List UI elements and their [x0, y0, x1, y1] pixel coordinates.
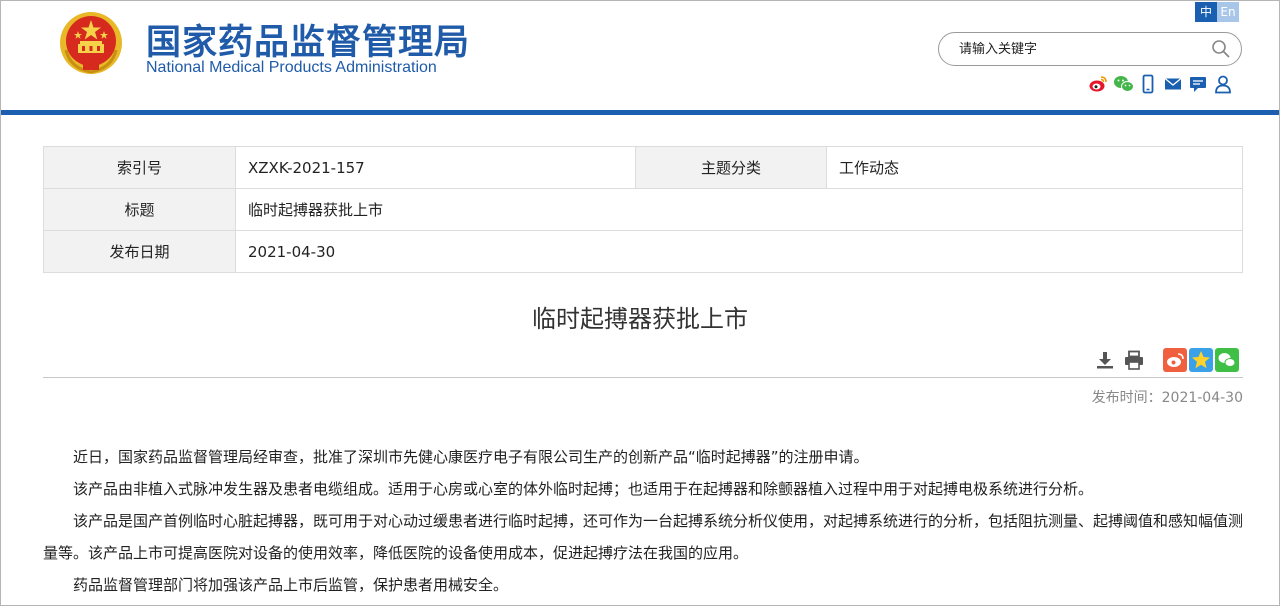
topic-value: 工作动态	[826, 146, 1243, 189]
search-box	[938, 32, 1242, 66]
article-tools	[1094, 349, 1145, 371]
site-header: 国家药品监督管理局 National Medical Products Admi…	[0, 0, 1280, 112]
publish-time: 发布时间：2021-04-30	[1092, 387, 1243, 407]
article-body: 近日，国家药品监督管理局经审查，批准了深圳市先健心康医疗电子有限公司生产的创新产…	[43, 441, 1243, 601]
weibo-share-icon[interactable]	[1163, 348, 1187, 372]
date-value: 2021-04-30	[235, 230, 1243, 273]
site-title-en[interactable]: National Medical Products Administration	[146, 59, 437, 77]
user-icon[interactable]	[1213, 74, 1233, 94]
mail-icon[interactable]	[1163, 74, 1183, 94]
national-emblem-logo[interactable]	[58, 10, 124, 76]
document-info-table: 索引号 XZXK-2021-157 主题分类 工作动态 标题 临时起搏器获批上市…	[43, 146, 1243, 273]
weibo-icon[interactable]	[1088, 74, 1108, 94]
title-value: 临时起搏器获批上市	[235, 188, 1243, 231]
paragraph: 该产品是国产首例临时心脏起搏器，既可用于对心动过缓患者进行临时起搏，还可作为一台…	[43, 512, 1244, 562]
topic-label: 主题分类	[635, 146, 827, 189]
favorite-icon[interactable]	[1189, 348, 1213, 372]
paragraph: 近日，国家药品监督管理局经审查，批准了深圳市先健心康医疗电子有限公司生产的创新产…	[73, 448, 869, 466]
table-row: 索引号 XZXK-2021-157 主题分类 工作动态	[43, 146, 1243, 189]
paragraph: 该产品由非植入式脉冲发生器及患者电缆组成。适用于心房或心室的体外临时起搏；也适用…	[73, 480, 1094, 498]
wechat-icon[interactable]	[1113, 74, 1134, 94]
lang-chinese-button[interactable]: 中	[1195, 2, 1217, 22]
publish-time-value: 2021-04-30	[1161, 390, 1243, 406]
table-row: 标题 临时起搏器获批上市	[43, 188, 1243, 231]
message-icon[interactable]	[1188, 74, 1208, 94]
table-row: 发布日期 2021-04-30	[43, 230, 1243, 273]
index-value: XZXK-2021-157	[235, 146, 636, 189]
site-title-cn[interactable]: 国家药品监督管理局	[146, 14, 470, 65]
article-divider	[43, 377, 1243, 378]
title-label: 标题	[43, 188, 236, 231]
publish-time-label: 发布时间：	[1091, 390, 1162, 406]
date-label: 发布日期	[43, 230, 236, 273]
mobile-icon[interactable]	[1138, 74, 1158, 94]
article-title: 临时起搏器获批上市	[532, 305, 748, 333]
paragraph: 药品监督管理部门将加强该产品上市后监管，保护患者用械安全。	[73, 576, 509, 594]
wechat-share-icon[interactable]	[1215, 348, 1239, 372]
header-divider	[0, 110, 1280, 115]
social-links	[1088, 74, 1233, 94]
lang-english-button[interactable]: En	[1217, 2, 1239, 22]
search-icon[interactable]	[1211, 39, 1231, 59]
download-icon[interactable]	[1094, 349, 1116, 371]
index-label: 索引号	[43, 146, 236, 189]
share-buttons	[1163, 348, 1239, 372]
print-icon[interactable]	[1123, 349, 1145, 371]
search-input[interactable]	[959, 39, 1199, 59]
language-switcher: 中 En	[1195, 2, 1239, 22]
